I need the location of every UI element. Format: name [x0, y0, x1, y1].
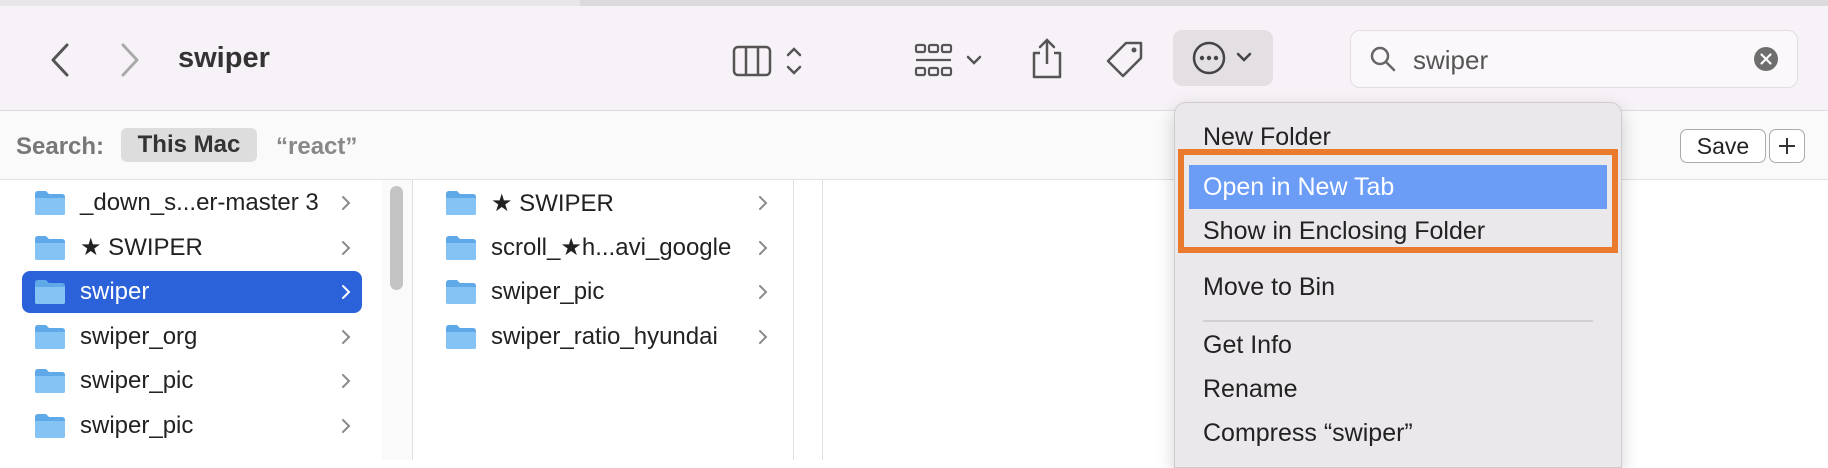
plus-icon [1779, 138, 1795, 154]
folder-icon [35, 280, 65, 304]
chevron-right-icon [121, 43, 139, 77]
menu-item-label: Open in New Tab [1203, 173, 1395, 201]
chevron-left-icon [51, 43, 69, 77]
search-input[interactable]: swiper [1413, 45, 1488, 76]
list-item[interactable]: swiper_org [22, 316, 362, 358]
scope-react-button[interactable]: “react” [276, 133, 357, 161]
scope-this-mac-button[interactable]: This Mac [121, 128, 257, 162]
tag-icon [1106, 41, 1143, 78]
ellipsis-circle-icon [1192, 41, 1252, 75]
list-item[interactable]: _down_s...er-master 3 [22, 182, 362, 224]
chevron-right-icon [342, 329, 351, 344]
menu-separator [1203, 320, 1593, 322]
folder-icon [35, 324, 65, 349]
view-mode-button[interactable] [730, 36, 810, 86]
column-1: _down_s...er-master 3 ★ SWIPER swiper swipe… [0, 180, 383, 460]
list-item[interactable]: swiper_pic [22, 405, 362, 447]
save-search-button[interactable]: Save [1680, 129, 1766, 163]
menu-item-new-folder[interactable]: New Folder [1203, 123, 1331, 152]
share-icon [1032, 38, 1062, 79]
list-item[interactable]: scroll_★h...avi_google [423, 227, 779, 269]
folder-icon [446, 324, 476, 349]
list-item[interactable]: ★ SWIPER [423, 182, 779, 224]
context-menu: New Folder Open in New Tab Show in Enclo… [1174, 102, 1622, 468]
chevron-right-icon [342, 374, 351, 388]
chevron-right-icon [759, 329, 768, 344]
list-item-label: _down_s...er-master 3 [80, 189, 319, 216]
column-1-scroll-track [382, 180, 413, 460]
list-item[interactable]: swiper_ratio_hyundai [423, 316, 779, 358]
folder-icon [446, 280, 476, 304]
chevron-right-icon [759, 196, 768, 210]
list-item-label: swiper_org [80, 322, 198, 350]
chevron-right-icon [759, 240, 768, 255]
finder-window: swiper swiper Search: This Mac “react” S… [0, 6, 1828, 468]
folder-icon [446, 235, 476, 260]
list-item-label: ★ SWIPER [80, 234, 203, 261]
tag-button[interactable] [1100, 34, 1150, 86]
chevron-right-icon [342, 240, 351, 255]
back-button[interactable] [36, 34, 84, 86]
list-item-label: swiper_pic [491, 278, 605, 305]
list-item-label: swiper_pic [80, 367, 194, 394]
column-2: ★ SWIPER scroll_★h...avi_google swiper_pic… [413, 180, 794, 460]
group-by-button[interactable] [912, 36, 994, 86]
folder-icon [446, 191, 476, 215]
list-item-label: swiper_pic [80, 411, 194, 439]
add-criteria-button[interactable] [1769, 129, 1805, 163]
folder-icon [35, 191, 65, 215]
list-item-label: scroll_★h...avi_google [491, 234, 732, 261]
chevron-right-icon [759, 285, 768, 299]
menu-item-compress[interactable]: Compress “swiper” [1203, 419, 1413, 448]
column-1-scrollbar[interactable] [390, 186, 403, 290]
folder-icon [35, 369, 65, 393]
list-item[interactable]: swiper_pic [423, 271, 779, 313]
list-item-label: ★ SWIPER [491, 189, 614, 217]
toolbar: swiper swiper [0, 6, 1828, 111]
grid-view-icon [914, 43, 982, 77]
menu-item-get-info[interactable]: Get Info [1203, 331, 1292, 360]
chevron-right-icon [342, 418, 351, 433]
more-actions-button[interactable] [1173, 30, 1273, 86]
list-item[interactable]: ★ SWIPER [22, 227, 362, 269]
share-button[interactable] [1022, 32, 1072, 86]
scope-label: Search: [16, 133, 105, 160]
column-3 [794, 180, 823, 460]
chevron-right-icon [342, 196, 351, 210]
list-item-label: swiper [80, 278, 150, 305]
clear-icon[interactable] [1753, 46, 1779, 72]
folder-icon [35, 413, 65, 438]
search-field[interactable]: swiper [1350, 30, 1798, 88]
magnifier-icon [1370, 46, 1396, 72]
forward-button[interactable] [106, 34, 154, 86]
menu-item-rename[interactable]: Rename [1203, 375, 1298, 404]
menu-item-open-in-new-tab[interactable]: Open in New Tab [1189, 165, 1607, 209]
chevron-right-icon [342, 285, 351, 299]
list-item[interactable]: swiper [22, 271, 362, 313]
folder-icon [35, 235, 65, 260]
list-item[interactable]: swiper_pic [22, 360, 362, 402]
menu-item-move-to-bin[interactable]: Move to Bin [1203, 273, 1335, 302]
list-item-label: swiper_ratio_hyundai [491, 322, 718, 350]
window-title: swiper [178, 42, 270, 74]
columns-view-icon [732, 45, 802, 77]
menu-item-show-in-enclosing-folder[interactable]: Show in Enclosing Folder [1203, 217, 1485, 246]
